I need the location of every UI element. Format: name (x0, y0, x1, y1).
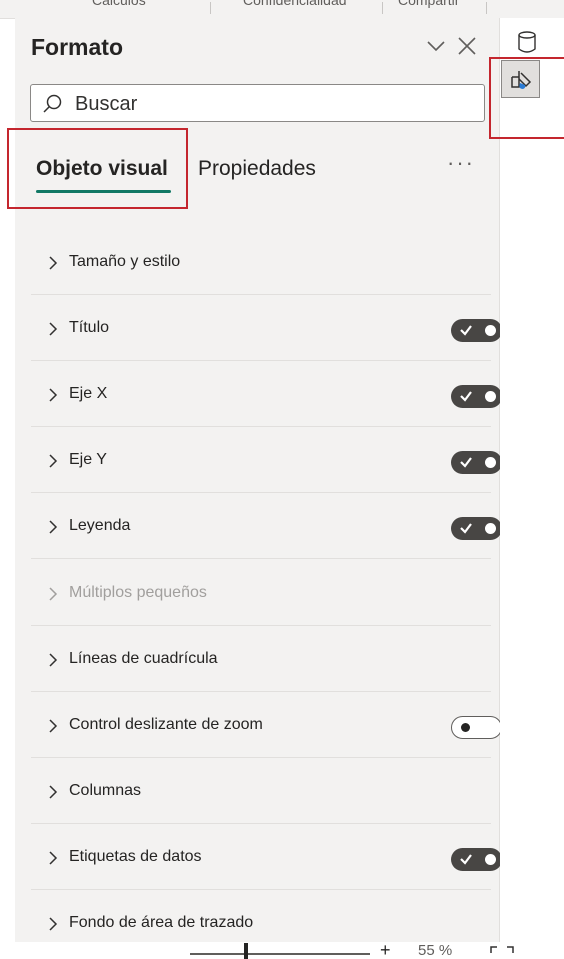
toggle-knob (461, 723, 470, 732)
section-label: Tamaño y estilo (69, 253, 181, 270)
zoom-slider-thumb[interactable] (244, 943, 248, 959)
section-row[interactable]: Eje X (31, 363, 502, 427)
chevron-right-icon (49, 917, 58, 931)
ribbon-divider (486, 2, 487, 14)
chevron-right-icon (49, 653, 58, 667)
section-label: Columnas (69, 782, 142, 799)
toggle-switch-off[interactable] (451, 716, 502, 739)
toggle-switch-on[interactable] (451, 517, 502, 540)
right-rail (500, 18, 564, 942)
toggle-switch-on[interactable] (451, 385, 502, 408)
search-icon (43, 94, 62, 113)
section-label: Eje X (69, 385, 108, 402)
highlight-box-format-button (489, 57, 564, 139)
more-options-button[interactable]: ··· (447, 150, 475, 176)
check-icon (460, 325, 472, 336)
toggle-knob (485, 457, 496, 468)
zoom-slider-track[interactable] (190, 953, 370, 955)
chevron-right-icon (49, 851, 58, 865)
section-label: Título (69, 319, 110, 336)
check-icon (460, 523, 472, 534)
check-icon (460, 391, 472, 402)
section-label: Líneas de cuadrícula (69, 650, 218, 667)
ribbon-divider (382, 2, 383, 14)
section-row[interactable]: Columnas (31, 760, 491, 824)
chevron-down-icon[interactable] (425, 35, 447, 57)
toggle-switch-on[interactable] (451, 319, 502, 342)
search-box[interactable] (30, 84, 485, 122)
status-bar: + 55 % (0, 942, 564, 959)
chevron-right-icon (49, 587, 58, 601)
chevron-right-icon (49, 719, 58, 733)
format-sections-list: Tamaño y estilo Título Eje X Eje Y Leyenda Mú… (31, 231, 502, 953)
search-input[interactable] (73, 91, 477, 117)
ribbon-tab-calculos[interactable]: Cálculos (92, 0, 146, 8)
toggle-knob (485, 391, 496, 402)
ribbon-tab-compartir[interactable]: Compartir (398, 0, 459, 8)
section-row[interactable]: Líneas de cuadrícula (31, 628, 491, 692)
chevron-right-icon (49, 454, 58, 468)
section-label: Múltiplos pequeños (69, 584, 207, 601)
chevron-right-icon (49, 785, 58, 799)
toggle-switch-on[interactable] (451, 451, 502, 474)
chevron-right-icon (49, 322, 58, 336)
zoom-level: 55 % (418, 942, 453, 959)
section-label: Eje Y (69, 451, 107, 468)
ribbon-strip: Cálculos Confidencialidad Compartir (0, 0, 564, 19)
section-row[interactable]: Múltiplos pequeños (31, 562, 491, 626)
zoom-in-button[interactable]: + (380, 942, 391, 959)
toggle-knob (485, 523, 496, 534)
toggle-knob (485, 325, 496, 336)
pane-title: Formato (31, 34, 123, 60)
ribbon-tab-confidencialidad[interactable]: Confidencialidad (243, 0, 347, 8)
section-row[interactable]: Leyenda (31, 495, 502, 559)
chevron-right-icon (49, 520, 58, 534)
close-icon[interactable] (456, 35, 478, 57)
toggle-switch-on[interactable] (451, 848, 502, 871)
check-icon (460, 854, 472, 865)
section-row[interactable]: Tamaño y estilo (31, 231, 491, 295)
section-row[interactable]: Título (31, 297, 502, 361)
ribbon-divider (210, 2, 211, 14)
data-icon[interactable] (516, 30, 538, 54)
fit-to-page-icon[interactable] (489, 945, 515, 959)
section-label: Control deslizante de zoom (69, 716, 263, 733)
check-icon (460, 457, 472, 468)
section-row[interactable]: Etiquetas de datos (31, 826, 502, 890)
section-row[interactable]: Control deslizante de zoom (31, 694, 502, 758)
toggle-knob (485, 854, 496, 865)
section-label: Leyenda (69, 517, 131, 534)
section-row[interactable]: Eje Y (31, 429, 502, 493)
tab-propiedades[interactable]: Propiedades (198, 157, 316, 181)
highlight-box-visual-tab (7, 128, 188, 209)
section-label: Etiquetas de datos (69, 848, 202, 865)
chevron-right-icon (49, 256, 58, 270)
chevron-right-icon (49, 388, 58, 402)
section-label: Fondo de área de trazado (69, 914, 254, 931)
